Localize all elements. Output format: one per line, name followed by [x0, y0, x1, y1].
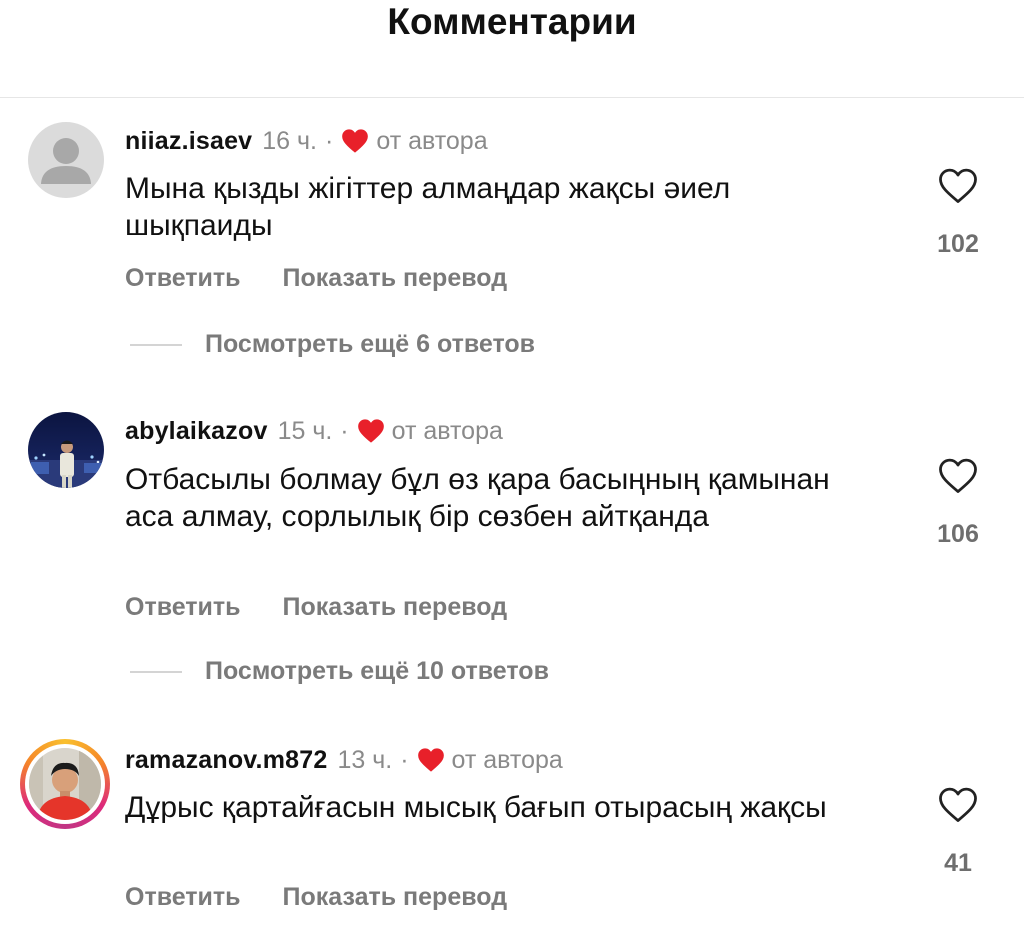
like-button[interactable]: 106: [928, 458, 988, 548]
heart-outline-icon: [939, 168, 977, 203]
view-replies-button[interactable]: Посмотреть ещё 10 ответов: [130, 657, 549, 686]
author-liked-heart-icon: [357, 418, 385, 444]
view-replies-label: Посмотреть ещё 10 ответов: [205, 657, 549, 685]
like-button[interactable]: 102: [928, 168, 988, 258]
separator: ·: [340, 416, 349, 445]
comments-screen: Комментарии niiaz.isaev 16 ч. · от автор…: [0, 0, 1024, 937]
avatar[interactable]: [28, 412, 104, 488]
comment-time: 16 ч.: [262, 126, 318, 155]
like-button[interactable]: 41: [928, 787, 988, 877]
show-translation-button[interactable]: Показать перевод: [283, 593, 508, 622]
story-ring-avatar[interactable]: [20, 739, 110, 829]
reply-button[interactable]: Ответить: [125, 264, 241, 293]
username[interactable]: niiaz.isaev: [125, 127, 252, 156]
comment-time: 13 ч.: [337, 745, 393, 774]
view-replies-label: Посмотреть ещё 6 ответов: [205, 330, 536, 358]
heart-outline-icon: [939, 787, 977, 822]
reply-button[interactable]: Ответить: [125, 883, 241, 912]
username[interactable]: ramazanov.m872: [125, 746, 327, 775]
comment-text: Мына қызды жігіттер алмаңдар жақсы әиел …: [125, 172, 731, 242]
comment-actions: Ответить Показать перевод: [125, 883, 507, 912]
like-count: 106: [937, 520, 979, 548]
separator: ·: [325, 126, 334, 155]
page-title: Комментарии: [387, 1, 637, 42]
comment-actions: Ответить Показать перевод: [125, 264, 507, 293]
by-author-label: от автора: [451, 745, 563, 774]
user-photo: [28, 412, 104, 488]
comment-text: Дұрыс қартайғасын мысық бағып отырасың ж…: [125, 791, 827, 824]
comment-meta: abylaikazov 15 ч. · от автора: [125, 414, 503, 448]
separator: ·: [400, 745, 409, 774]
comment-text: Отбасылы болмау бұл өз қара басыңның қам…: [125, 463, 830, 533]
by-author-label: от автора: [391, 416, 503, 445]
comment-meta: ramazanov.m872 13 ч. · от автора: [125, 743, 563, 777]
view-replies-button[interactable]: Посмотреть ещё 6 ответов: [130, 330, 535, 359]
author-liked-heart-icon: [341, 128, 369, 154]
author-liked-heart-icon: [417, 747, 445, 773]
show-translation-button[interactable]: Показать перевод: [283, 264, 508, 293]
by-author-label: от автора: [376, 126, 488, 155]
divider-line: [130, 343, 182, 346]
show-translation-button[interactable]: Показать перевод: [283, 883, 508, 912]
comment-actions: Ответить Показать перевод: [125, 593, 507, 622]
comment-meta: niiaz.isaev 16 ч. · от автора: [125, 124, 488, 158]
reply-button[interactable]: Ответить: [125, 593, 241, 622]
heart-outline-icon: [939, 458, 977, 493]
user-photo: [29, 748, 101, 820]
default-avatar-icon: [28, 122, 104, 198]
header: Комментарии: [0, 0, 1024, 98]
username[interactable]: abylaikazov: [125, 417, 268, 446]
like-count: 102: [937, 230, 979, 258]
avatar[interactable]: [28, 122, 104, 198]
divider-line: [130, 670, 182, 673]
comment-time: 15 ч.: [277, 416, 333, 445]
like-count: 41: [944, 849, 972, 877]
